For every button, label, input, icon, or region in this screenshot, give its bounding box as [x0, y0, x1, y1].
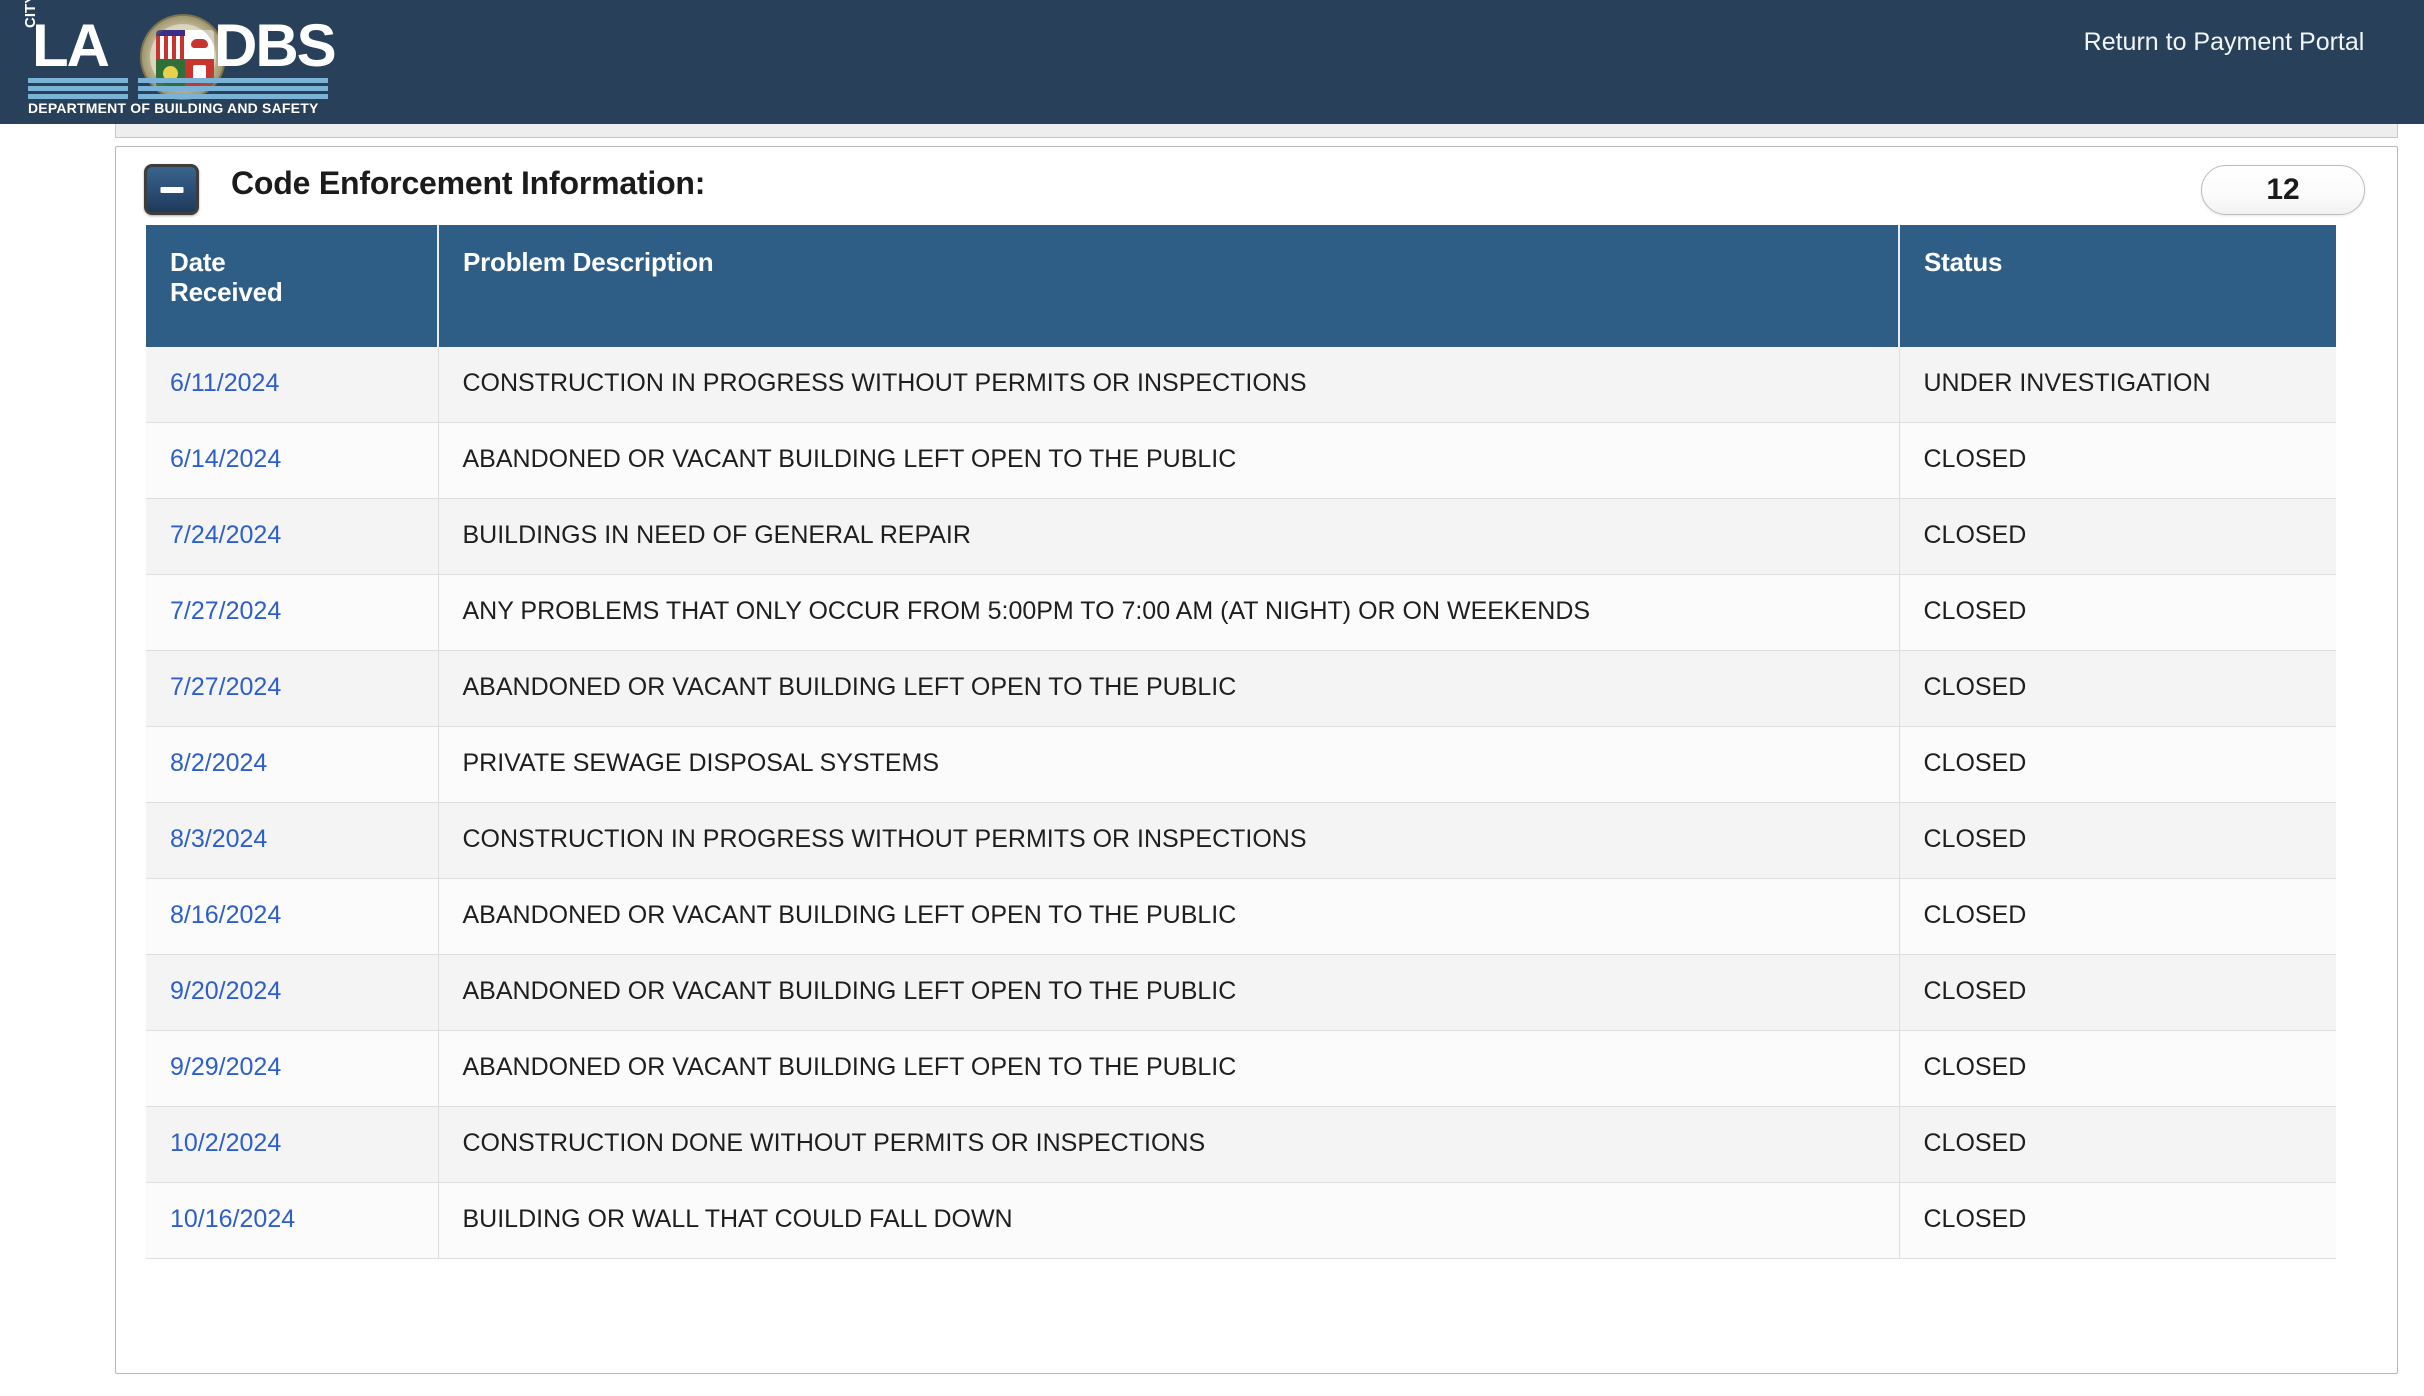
cell-problem-description: CONSTRUCTION IN PROGRESS WITHOUT PERMITS…: [438, 802, 1900, 880]
cell-status: CLOSED: [1899, 1030, 2336, 1108]
cell-status: CLOSED: [1899, 498, 2336, 576]
cell-problem-description: ABANDONED OR VACANT BUILDING LEFT OPEN T…: [438, 954, 1900, 1032]
cell-date-received: 8/16/2024: [146, 878, 439, 956]
cell-status: CLOSED: [1899, 650, 2336, 728]
cell-date-received: 7/27/2024: [146, 650, 439, 728]
table-row: 8/2/2024 PRIVATE SEWAGE DISPOSAL SYSTEMS C…: [146, 726, 2336, 804]
cell-problem-description: ABANDONED OR VACANT BUILDING LEFT OPEN T…: [438, 878, 1900, 956]
date-received-link[interactable]: 6/11/2024: [170, 369, 279, 397]
cell-date-received: 9/29/2024: [146, 1030, 439, 1108]
cell-date-received: 10/2/2024: [146, 1106, 439, 1184]
cell-date-received: 8/2/2024: [146, 726, 439, 804]
collapse-panel-button[interactable]: [144, 164, 199, 215]
cell-problem-description: ANY PROBLEMS THAT ONLY OCCUR FROM 5:00PM…: [438, 574, 1900, 652]
previous-panel-bottom-edge: [115, 124, 2398, 138]
column-header-date-received[interactable]: Date Received: [146, 225, 439, 348]
table-row: 9/20/2024 ABANDONED OR VACANT BUILDING LE…: [146, 954, 2336, 1032]
table-header-row-group: Date Received Problem Description Status: [146, 225, 2336, 348]
logo-tagline: DEPARTMENT OF BUILDING AND SAFETY: [28, 100, 319, 116]
table-row: 6/11/2024 CONSTRUCTION IN PROGRESS WITHOU…: [146, 347, 2336, 424]
table-row: 8/3/2024 CONSTRUCTION IN PROGRESS WITHOUT…: [146, 802, 2336, 880]
table-row: 10/16/2024 BUILDING OR WALL THAT COULD FA…: [146, 1182, 2336, 1260]
cell-date-received: 7/24/2024: [146, 498, 439, 576]
cell-status: CLOSED: [1899, 802, 2336, 880]
date-received-link[interactable]: 7/27/2024: [170, 597, 281, 625]
column-header-status[interactable]: Status: [1899, 225, 2336, 348]
code-enforcement-panel: Code Enforcement Information: 12 Date Re…: [115, 146, 2398, 1374]
cell-problem-description: ABANDONED OR VACANT BUILDING LEFT OPEN T…: [438, 1030, 1900, 1108]
cell-date-received: 6/11/2024: [146, 347, 439, 424]
page-title: Code Enforcement Information:: [231, 165, 706, 201]
return-to-payment-portal-link[interactable]: Return to Payment Portal: [2024, 28, 2424, 57]
table-row: 7/27/2024 ANY PROBLEMS THAT ONLY OCCUR FR…: [146, 574, 2336, 652]
date-received-link[interactable]: 9/29/2024: [170, 1053, 281, 1081]
cell-problem-description: ABANDONED OR VACANT BUILDING LEFT OPEN T…: [438, 650, 1900, 728]
cell-date-received: 6/14/2024: [146, 422, 439, 500]
cell-status: CLOSED: [1899, 726, 2336, 804]
logo-stripe-2: [28, 86, 328, 91]
cell-date-received: 10/16/2024: [146, 1182, 439, 1260]
cell-status: CLOSED: [1899, 1182, 2336, 1260]
cell-problem-description: PRIVATE SEWAGE DISPOSAL SYSTEMS: [438, 726, 1900, 804]
panel-header: Code Enforcement Information: 12: [116, 147, 2397, 225]
logo-wordmark: CITY LA DBS: [14, 0, 344, 100]
logo-dbs-text: DBS: [214, 12, 337, 79]
cell-status: CLOSED: [1899, 422, 2336, 500]
date-received-link[interactable]: 8/16/2024: [170, 901, 281, 929]
cell-status: CLOSED: [1899, 1106, 2336, 1184]
cell-date-received: 9/20/2024: [146, 954, 439, 1032]
cell-date-received: 8/3/2024: [146, 802, 439, 880]
date-received-link[interactable]: 8/2/2024: [170, 749, 267, 777]
date-received-link[interactable]: 6/14/2024: [170, 445, 281, 473]
logo-stripes: [28, 78, 328, 102]
column-header-date-received-line1: Date: [170, 247, 226, 277]
cell-status: CLOSED: [1899, 954, 2336, 1032]
table-header-row: Date Received Problem Description Status: [146, 225, 2336, 348]
minus-icon: [160, 186, 183, 193]
cell-problem-description: CONSTRUCTION DONE WITHOUT PERMITS OR INS…: [438, 1106, 1900, 1184]
table-row: 7/24/2024 BUILDINGS IN NEED OF GENERAL RE…: [146, 498, 2336, 576]
ladbs-logo[interactable]: CITY LA DBS DEPARTMENT OF BUILDING AND S…: [14, 0, 344, 116]
column-header-problem-description[interactable]: Problem Description: [438, 225, 1900, 348]
cell-problem-description: BUILDINGS IN NEED OF GENERAL REPAIR: [438, 498, 1900, 576]
logo-la-text: LA: [32, 12, 110, 79]
cell-status: CLOSED: [1899, 574, 2336, 652]
date-received-link[interactable]: 7/24/2024: [170, 521, 281, 549]
site-header: CITY LA DBS DEPARTMENT OF BUILDING AND S…: [0, 0, 2424, 124]
cell-status: CLOSED: [1899, 878, 2336, 956]
cell-date-received: 7/27/2024: [146, 574, 439, 652]
table-row: 6/14/2024 ABANDONED OR VACANT BUILDING LE…: [146, 422, 2336, 500]
cell-problem-description: BUILDING OR WALL THAT COULD FALL DOWN: [438, 1182, 1900, 1260]
date-received-link[interactable]: 9/20/2024: [170, 977, 281, 1005]
table-body: 6/11/2024 CONSTRUCTION IN PROGRESS WITHOU…: [146, 347, 2336, 1260]
table-row: 9/29/2024 ABANDONED OR VACANT BUILDING LE…: [146, 1030, 2336, 1108]
content-area: Code Enforcement Information: 12 Date Re…: [0, 124, 2424, 1396]
logo-stripe-1: [28, 78, 328, 83]
logo-stripe-3: [28, 94, 328, 99]
date-received-link[interactable]: 7/27/2024: [170, 673, 281, 701]
code-enforcement-table-wrapper: Date Received Problem Description Status…: [146, 225, 2336, 1260]
cell-problem-description: CONSTRUCTION IN PROGRESS WITHOUT PERMITS…: [438, 347, 1900, 424]
cell-problem-description: ABANDONED OR VACANT BUILDING LEFT OPEN T…: [438, 422, 1900, 500]
record-count-badge: 12: [2201, 165, 2365, 215]
table-row: 8/16/2024 ABANDONED OR VACANT BUILDING LE…: [146, 878, 2336, 956]
date-received-link[interactable]: 10/2/2024: [170, 1129, 281, 1157]
table-row: 7/27/2024 ABANDONED OR VACANT BUILDING LE…: [146, 650, 2336, 728]
code-enforcement-table: Date Received Problem Description Status…: [146, 225, 2336, 1260]
column-header-date-received-line2: Received: [170, 277, 283, 308]
date-received-link[interactable]: 10/16/2024: [170, 1205, 295, 1233]
table-row: 10/2/2024 CONSTRUCTION DONE WITHOUT PERMI…: [146, 1106, 2336, 1184]
cell-status: UNDER INVESTIGATION: [1899, 347, 2336, 424]
date-received-link[interactable]: 8/3/2024: [170, 825, 267, 853]
